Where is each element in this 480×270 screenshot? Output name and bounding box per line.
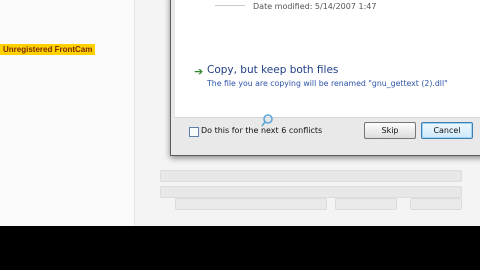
desktop-screen: Unregistered FrontCam Date modified: 5/1… bbox=[0, 0, 480, 226]
background-row bbox=[160, 170, 462, 182]
conflicts-checkbox-label[interactable]: Do this for the next 6 conflicts bbox=[201, 126, 322, 135]
mouse-cursor-icon bbox=[261, 114, 273, 127]
copy-file-conflict-dialog: Date modified: 5/14/2007 1:47 ➔ Copy, bu… bbox=[170, 0, 480, 156]
background-row bbox=[410, 198, 462, 210]
background-row bbox=[335, 198, 397, 210]
conflicts-checkbox[interactable] bbox=[189, 127, 199, 137]
letterbox-bar bbox=[0, 226, 480, 270]
keep-both-option-title[interactable]: Copy, but keep both files bbox=[207, 64, 338, 76]
cancel-button[interactable]: Cancel bbox=[421, 122, 473, 139]
watermark-label: Unregistered FrontCam bbox=[0, 44, 96, 55]
divider bbox=[215, 5, 245, 6]
green-arrow-icon: ➔ bbox=[194, 65, 204, 78]
explorer-left-pane: Unregistered FrontCam bbox=[0, 0, 135, 226]
file-date-modified: Date modified: 5/14/2007 1:47 bbox=[253, 2, 377, 11]
dialog-content: Date modified: 5/14/2007 1:47 ➔ Copy, bu… bbox=[175, 0, 480, 118]
keep-both-option-description[interactable]: The file you are copying will be renamed… bbox=[207, 79, 448, 88]
background-row bbox=[175, 198, 327, 210]
background-row bbox=[160, 186, 462, 198]
skip-button[interactable]: Skip bbox=[364, 122, 416, 139]
